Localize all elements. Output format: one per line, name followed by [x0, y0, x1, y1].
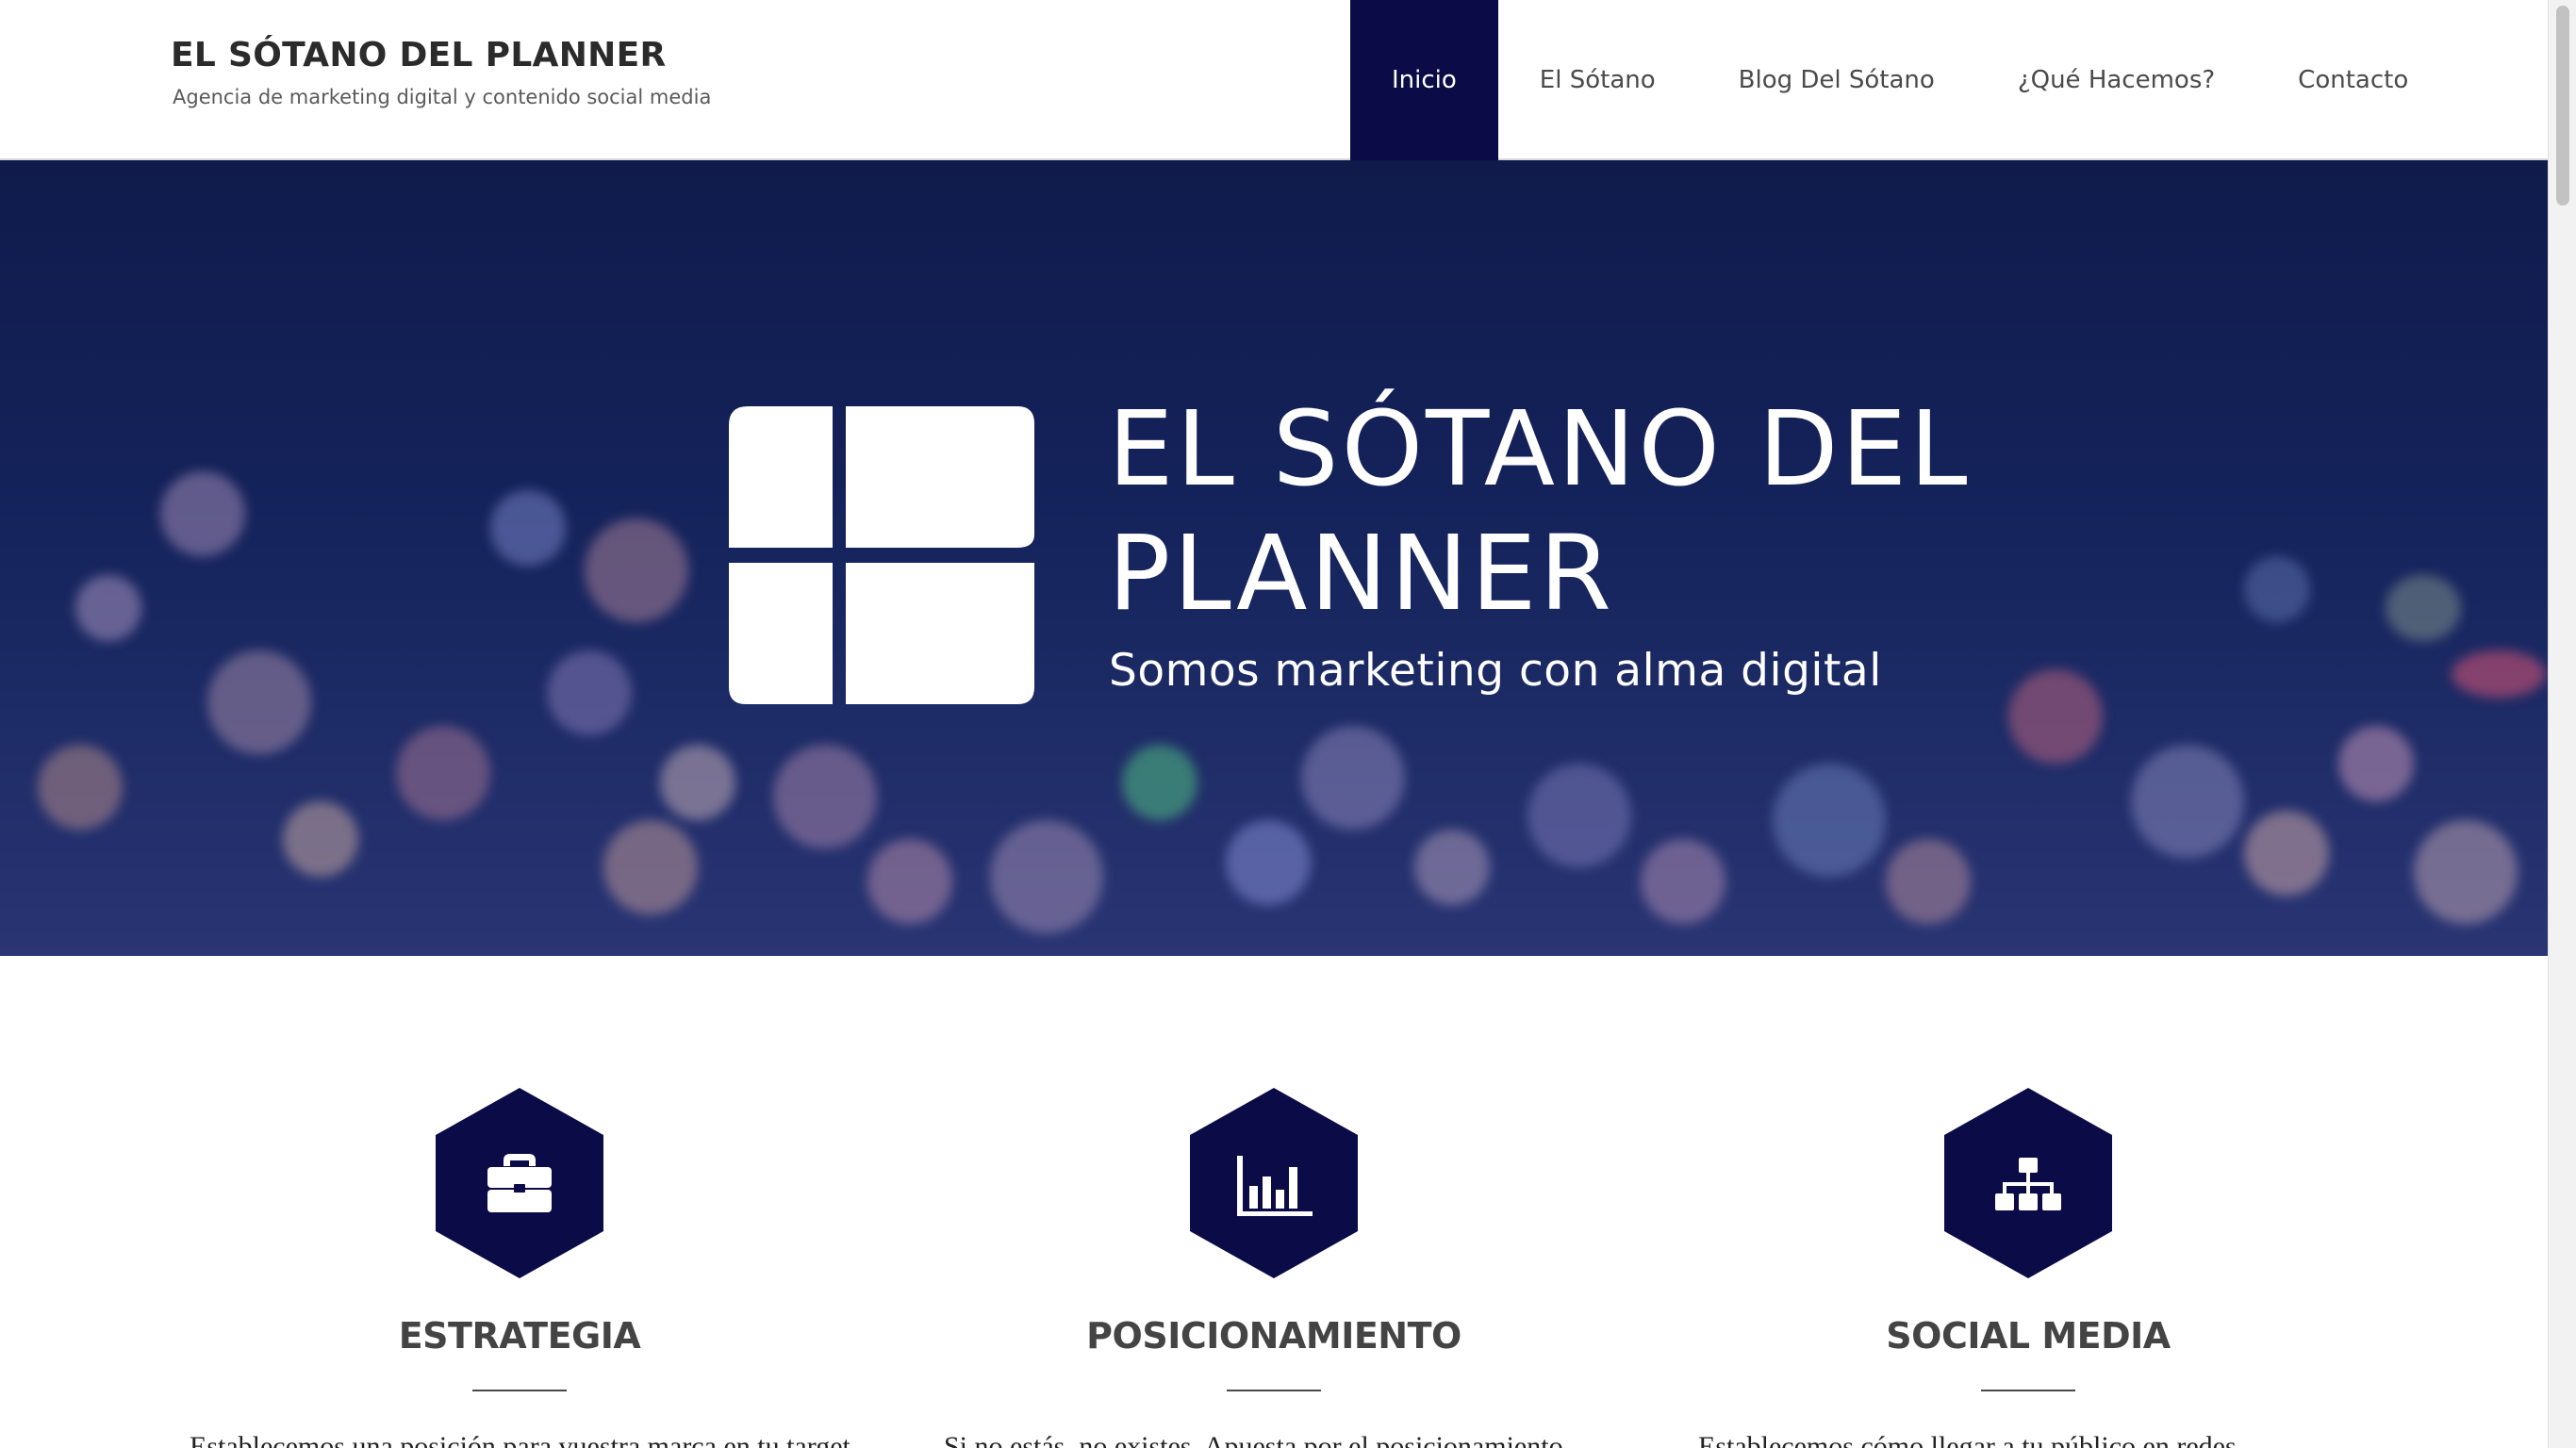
service-title: POSICIONAMIENTO — [1086, 1315, 1461, 1357]
hero-banner: EL SÓTANO DEL PLANNER Somos marketing co… — [0, 160, 2548, 956]
nav-item-contacto[interactable]: Contacto — [2256, 0, 2450, 160]
divider — [1981, 1390, 2075, 1391]
site-title[interactable]: EL SÓTANO DEL PLANNER — [171, 28, 711, 83]
service-social-media: SOCIAL MEDIA Establecemos cómo llegar a … — [1698, 1088, 2358, 1448]
hero-subtitle: Somos marketing con alma digital — [1109, 645, 1882, 697]
nav-item-inicio[interactable]: Inicio — [1350, 0, 1498, 160]
service-estrategia: ESTRATEGIA Establecemos una posición par… — [190, 1088, 850, 1448]
nav-item-blog[interactable]: Blog Del Sótano — [1697, 0, 1976, 160]
service-posicionamiento: POSICIONAMIENTO Si no estás, no existes.… — [944, 1088, 1604, 1448]
divider — [1227, 1390, 1321, 1391]
four-rounded-squares-logo — [729, 406, 1034, 704]
service-description: Establecemos cómo llegar a tu público en… — [1698, 1431, 2237, 1448]
service-description: Establecemos una posición para vuestra m… — [190, 1431, 850, 1448]
main-nav: Inicio El Sótano Blog Del Sótano ¿Qué Ha… — [1350, 0, 2450, 160]
service-hexagon — [1944, 1088, 2112, 1278]
scrollbar-thumb[interactable] — [2556, 6, 2569, 206]
nav-item-que-hacemos[interactable]: ¿Qué Hacemos? — [1976, 0, 2256, 160]
page-scrollbar[interactable] — [2548, 0, 2576, 1448]
service-hexagon — [1190, 1088, 1358, 1278]
site-header: EL SÓTANO DEL PLANNER Agencia de marketi… — [0, 0, 2548, 160]
brand[interactable]: EL SÓTANO DEL PLANNER Agencia de marketi… — [171, 28, 711, 111]
service-hexagon — [436, 1088, 603, 1278]
service-title: ESTRATEGIA — [398, 1315, 641, 1357]
service-description: Si no estás, no existes. Apuesta por el … — [944, 1431, 1563, 1448]
hero-title: EL SÓTANO DEL PLANNER — [1108, 388, 1971, 634]
nav-item-el-sotano[interactable]: El Sótano — [1498, 0, 1697, 160]
service-title: SOCIAL MEDIA — [1886, 1315, 2171, 1357]
site-tagline: Agencia de marketing digital y contenido… — [173, 86, 712, 108]
divider — [472, 1390, 567, 1391]
